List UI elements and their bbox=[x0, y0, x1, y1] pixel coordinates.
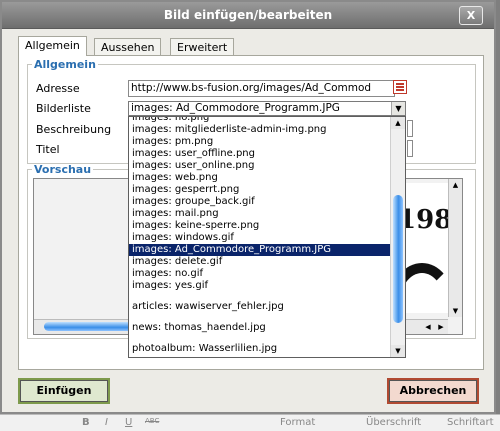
dropdown-option[interactable]: images: yes.gif bbox=[129, 280, 390, 292]
strikethrough-button[interactable]: ABC bbox=[145, 417, 159, 425]
imagelist-selected-value: images: Ad_Commodore_Programm.JPG bbox=[131, 102, 340, 114]
close-button[interactable]: X bbox=[459, 6, 483, 25]
scroll-down-icon[interactable]: ▼ bbox=[391, 345, 405, 357]
chevron-down-icon[interactable]: ▼ bbox=[391, 102, 405, 115]
dropdown-option[interactable]: images: delete.gif bbox=[129, 256, 390, 268]
dropdown-options: images: no.png images: mitgliederliste-ad… bbox=[129, 117, 390, 355]
title-label: Titel bbox=[36, 143, 60, 156]
dropdown-option[interactable]: images: Ad_Commodore_Programm.JPG bbox=[129, 244, 390, 256]
dropdown-option[interactable]: images: no.png bbox=[129, 117, 390, 124]
dropdown-option[interactable]: photoalbum: Wasserlilien.jpg bbox=[129, 343, 390, 355]
preview-legend: Vorschau bbox=[34, 163, 92, 176]
preview-vertical-scrollbar[interactable]: ▲ ▼ bbox=[448, 179, 462, 317]
dropdown-option[interactable]: images: gesperrt.png bbox=[129, 184, 390, 196]
dropdown-option[interactable]: images: windows.gif bbox=[129, 232, 390, 244]
dropdown-option[interactable]: images: no.gif bbox=[129, 268, 390, 280]
heading-select[interactable]: Überschrift bbox=[366, 417, 421, 428]
description-label: Beschreibung bbox=[36, 123, 112, 136]
title-input[interactable] bbox=[407, 140, 413, 157]
dropdown-option[interactable]: images: keine-sperre.png bbox=[129, 220, 390, 232]
dropdown-option[interactable]: images: user_online.png bbox=[129, 160, 390, 172]
description-input[interactable] bbox=[407, 120, 413, 137]
imagelist-select[interactable]: images: Ad_Commodore_Programm.JPG ▼ bbox=[128, 101, 406, 116]
dropdown-scrollbar-thumb[interactable] bbox=[393, 195, 403, 323]
dialog-title: Bild einfügen/bearbeiten bbox=[163, 8, 333, 22]
imagelist-label: Bilderliste bbox=[36, 102, 91, 115]
general-legend: Allgemein bbox=[34, 58, 96, 71]
imagelist-dropdown[interactable]: images: no.png images: mitgliederliste-ad… bbox=[128, 116, 406, 358]
dropdown-option[interactable]: images: groupe_back.gif bbox=[129, 196, 390, 208]
dropdown-option[interactable]: articles: wawiserver_fehler.jpg bbox=[129, 301, 390, 313]
italic-button[interactable]: I bbox=[105, 417, 108, 428]
editor-toolbar: B I U ABC Format Überschrift Schriftart bbox=[0, 414, 500, 431]
scroll-up-icon[interactable]: ▲ bbox=[449, 179, 462, 191]
scroll-up-icon[interactable]: ▲ bbox=[391, 117, 405, 129]
dropdown-spacer bbox=[129, 292, 390, 301]
tab-allgemein[interactable]: Allgemein bbox=[18, 36, 87, 56]
scrollbar-thumb[interactable] bbox=[44, 322, 139, 331]
scroll-left-icon[interactable]: ◀ bbox=[422, 320, 434, 334]
insert-button[interactable]: Einfügen bbox=[18, 378, 110, 404]
dropdown-option[interactable]: images: mail.png bbox=[129, 208, 390, 220]
tab-aussehen[interactable]: Aussehen bbox=[94, 38, 162, 56]
dropdown-option[interactable]: images: web.png bbox=[129, 172, 390, 184]
dropdown-option[interactable]: images: mitgliederliste-admin-img.png bbox=[129, 124, 390, 136]
bold-button[interactable]: B bbox=[82, 417, 90, 428]
dropdown-option[interactable]: news: thomas_haendel.jpg bbox=[129, 322, 390, 334]
dropdown-scrollbar[interactable]: ▲ ▼ bbox=[390, 117, 405, 357]
dialog-titlebar[interactable]: Bild einfügen/bearbeiten X bbox=[2, 2, 494, 29]
scroll-down-icon[interactable]: ▼ bbox=[449, 305, 462, 317]
underline-button[interactable]: U bbox=[125, 417, 132, 428]
dropdown-option[interactable]: images: pm.png bbox=[129, 136, 390, 148]
dropdown-option[interactable]: images: user_offline.png bbox=[129, 148, 390, 160]
format-select[interactable]: Format bbox=[280, 417, 315, 428]
dropdown-spacer bbox=[129, 313, 390, 322]
tab-erweitert[interactable]: Erweitert bbox=[170, 38, 235, 56]
dropdown-spacer bbox=[129, 334, 390, 343]
scroll-right-icon[interactable]: ▶ bbox=[435, 320, 447, 334]
cancel-button[interactable]: Abbrechen bbox=[387, 378, 479, 404]
browse-icon[interactable] bbox=[393, 80, 407, 94]
address-input[interactable]: http://www.bs-fusion.org/images/Ad_Commo… bbox=[128, 80, 395, 97]
address-label: Adresse bbox=[36, 82, 80, 95]
font-select[interactable]: Schriftart bbox=[447, 417, 494, 428]
preview-image-text: 198 bbox=[398, 205, 453, 235]
